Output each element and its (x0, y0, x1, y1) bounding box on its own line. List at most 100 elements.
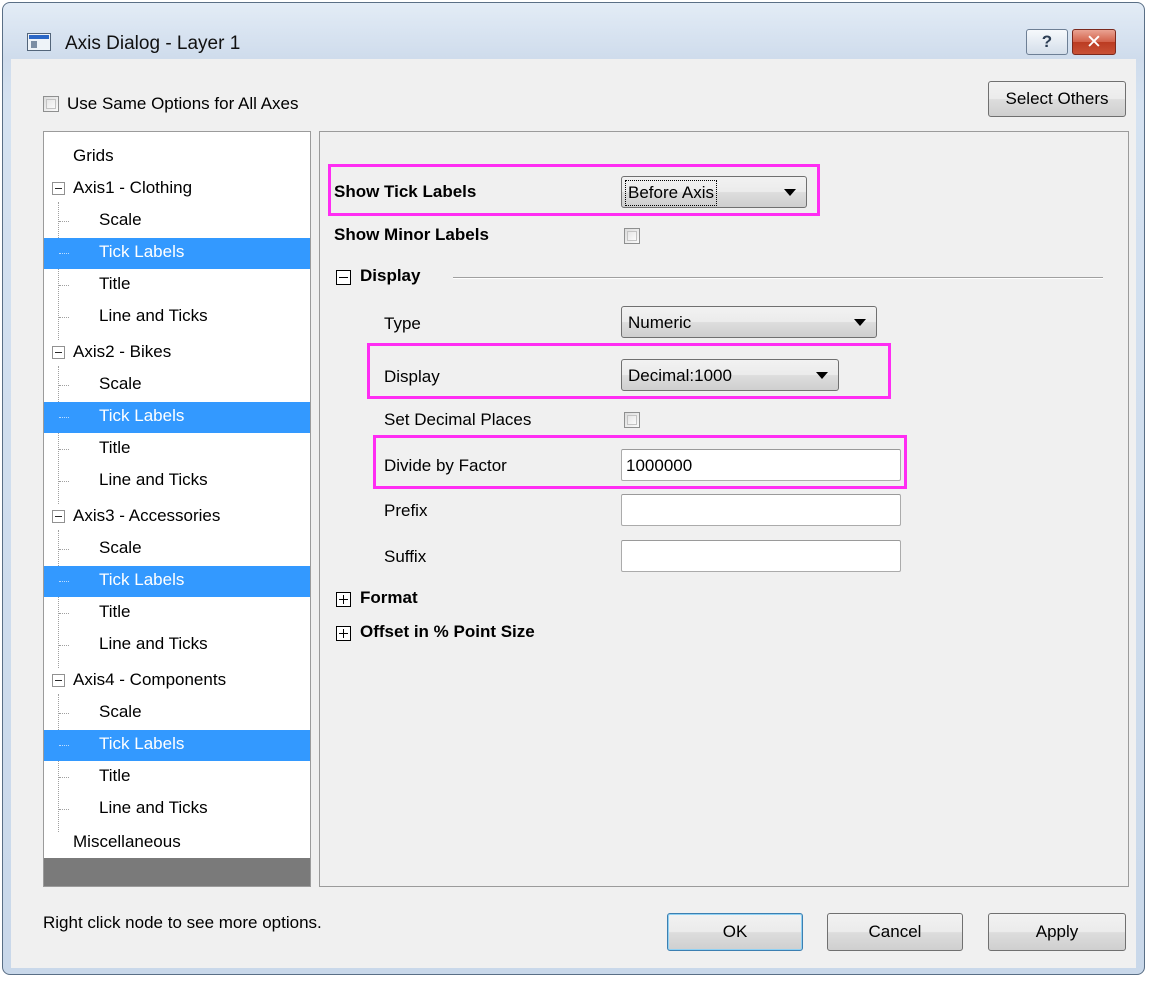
tree-branch-line (59, 745, 69, 746)
tree-item-axis3-title[interactable]: Title (44, 598, 310, 629)
ok-button[interactable]: OK (667, 913, 803, 951)
type-value: Numeric (628, 313, 692, 332)
tree-item-axis1-scale[interactable]: Scale (44, 206, 310, 237)
tree-item-grids[interactable]: Grids (44, 142, 310, 173)
select-others-label: Select Others (1005, 89, 1109, 108)
suffix-label: Suffix (384, 547, 427, 566)
chevron-down-icon (784, 189, 796, 196)
show-tick-labels-value: Before Axis (625, 180, 717, 206)
tree-item-axis3-line-ticks[interactable]: Line and Ticks (44, 630, 310, 661)
tree-item-label: Axis4 - Components (73, 670, 227, 689)
tree-item-label: Line and Ticks (99, 634, 208, 653)
tree-item-label: Tick Labels (99, 406, 185, 425)
tree-branch-line (59, 581, 69, 582)
tree-branch-line (59, 449, 69, 450)
select-others-button[interactable]: Select Others (988, 81, 1126, 117)
set-decimal-places-label: Set Decimal Places (384, 410, 532, 429)
show-tick-labels-dropdown[interactable]: Before Axis (621, 176, 807, 208)
tree-branch-line (59, 317, 69, 318)
tree-branch-line (59, 713, 69, 714)
tree-item-axis4[interactable]: Axis4 - Components (44, 666, 310, 697)
display-label: Display (384, 367, 440, 386)
tree-branch-line (59, 777, 69, 778)
tree-item-axis1-line-ticks[interactable]: Line and Ticks (44, 302, 310, 333)
tree-item-axis2-scale[interactable]: Scale (44, 370, 310, 401)
tree-item-label: Axis3 - Accessories (73, 506, 221, 525)
tree-branch-line (59, 285, 69, 286)
status-hint: Right click node to see more options. (43, 913, 322, 932)
chevron-down-icon (816, 372, 828, 379)
expand-icon[interactable] (336, 626, 351, 641)
tree-item-axis1[interactable]: Axis1 - Clothing (44, 174, 310, 205)
collapse-icon[interactable] (52, 510, 65, 523)
section-divider (453, 277, 1103, 279)
tree-item-axis4-line-ticks[interactable]: Line and Ticks (44, 794, 310, 825)
title-bar[interactable]: Axis Dialog - Layer 1 ? ✕ (3, 3, 1144, 59)
tree-item-label: Line and Ticks (99, 470, 208, 489)
type-dropdown[interactable]: Numeric (621, 306, 877, 338)
display-dropdown[interactable]: Decimal:1000 (621, 359, 839, 391)
tree-branch-line (59, 253, 69, 254)
tree-item-miscellaneous[interactable]: Miscellaneous (44, 828, 310, 859)
tree-item-axis4-scale[interactable]: Scale (44, 698, 310, 729)
axis-tree[interactable]: Grids Axis1 - Clothing Scale Tick Labels… (43, 131, 311, 887)
tree-item-axis2-tick-labels[interactable]: Tick Labels (44, 402, 310, 433)
tree-item-axis2[interactable]: Axis2 - Bikes (44, 338, 310, 369)
prefix-label: Prefix (384, 501, 428, 520)
property-panel: Show Tick Labels Before Axis Show Minor … (319, 131, 1129, 887)
offset-section-header[interactable]: Offset in % Point Size (360, 622, 535, 642)
cancel-label: Cancel (868, 922, 922, 941)
collapse-icon[interactable] (336, 270, 351, 285)
same-options-label[interactable]: Use Same Options for All Axes (67, 94, 299, 114)
collapse-icon[interactable] (52, 674, 65, 687)
tree-item-axis1-title[interactable]: Title (44, 270, 310, 301)
display-value: Decimal:1000 (628, 366, 732, 385)
divide-by-factor-value: 1000000 (626, 456, 693, 475)
tree-branch-line (59, 549, 69, 550)
cancel-button[interactable]: Cancel (827, 913, 963, 951)
tree-item-label: Axis2 - Bikes (73, 342, 172, 361)
tree-item-label: Tick Labels (99, 570, 185, 589)
divide-by-factor-label: Divide by Factor (384, 456, 507, 475)
tree-item-axis2-line-ticks[interactable]: Line and Ticks (44, 466, 310, 497)
tree-item-label: Scale (99, 210, 142, 229)
close-button[interactable]: ✕ (1072, 29, 1116, 55)
tree-item-label: Title (99, 602, 131, 621)
apply-button[interactable]: Apply (988, 913, 1126, 951)
apply-label: Apply (1035, 922, 1079, 941)
display-section-header[interactable]: Display (360, 266, 420, 286)
tree-branch-line (59, 221, 69, 222)
tree-item-label: Title (99, 766, 131, 785)
tree-branch-line (59, 645, 69, 646)
tree-item-label: Line and Ticks (99, 798, 208, 817)
axis-dialog-window: Axis Dialog - Layer 1 ? ✕ Use Same Optio… (2, 2, 1145, 975)
tree-item-axis1-tick-labels[interactable]: Tick Labels (44, 238, 310, 269)
tree-item-label: Scale (99, 538, 142, 557)
app-window-icon (27, 33, 51, 51)
divide-by-factor-input[interactable]: 1000000 (621, 449, 901, 481)
tree-item-axis3-tick-labels[interactable]: Tick Labels (44, 566, 310, 597)
show-minor-labels-checkbox[interactable] (624, 228, 640, 244)
tree-item-axis2-title[interactable]: Title (44, 434, 310, 465)
tree-item-axis4-title[interactable]: Title (44, 762, 310, 793)
tree-empty-area (44, 858, 310, 886)
help-button[interactable]: ? (1026, 29, 1068, 55)
collapse-icon[interactable] (52, 182, 65, 195)
tree-item-label: Title (99, 438, 131, 457)
format-section-header[interactable]: Format (360, 588, 418, 608)
expand-icon[interactable] (336, 592, 351, 607)
suffix-input[interactable] (621, 540, 901, 572)
close-icon: ✕ (1086, 31, 1102, 53)
same-options-checkbox[interactable] (43, 96, 59, 112)
prefix-input[interactable] (621, 494, 901, 526)
window-title: Axis Dialog - Layer 1 (65, 33, 241, 54)
show-tick-labels-label: Show Tick Labels (334, 182, 477, 201)
tree-item-axis3-scale[interactable]: Scale (44, 534, 310, 565)
set-decimal-places-checkbox[interactable] (624, 412, 640, 428)
tree-item-axis3[interactable]: Axis3 - Accessories (44, 502, 310, 533)
tree-item-axis4-tick-labels[interactable]: Tick Labels (44, 730, 310, 761)
show-minor-labels-label: Show Minor Labels (334, 225, 489, 244)
tree-item-label: Scale (99, 374, 142, 393)
collapse-icon[interactable] (52, 346, 65, 359)
tree-item-label: Tick Labels (99, 242, 185, 261)
